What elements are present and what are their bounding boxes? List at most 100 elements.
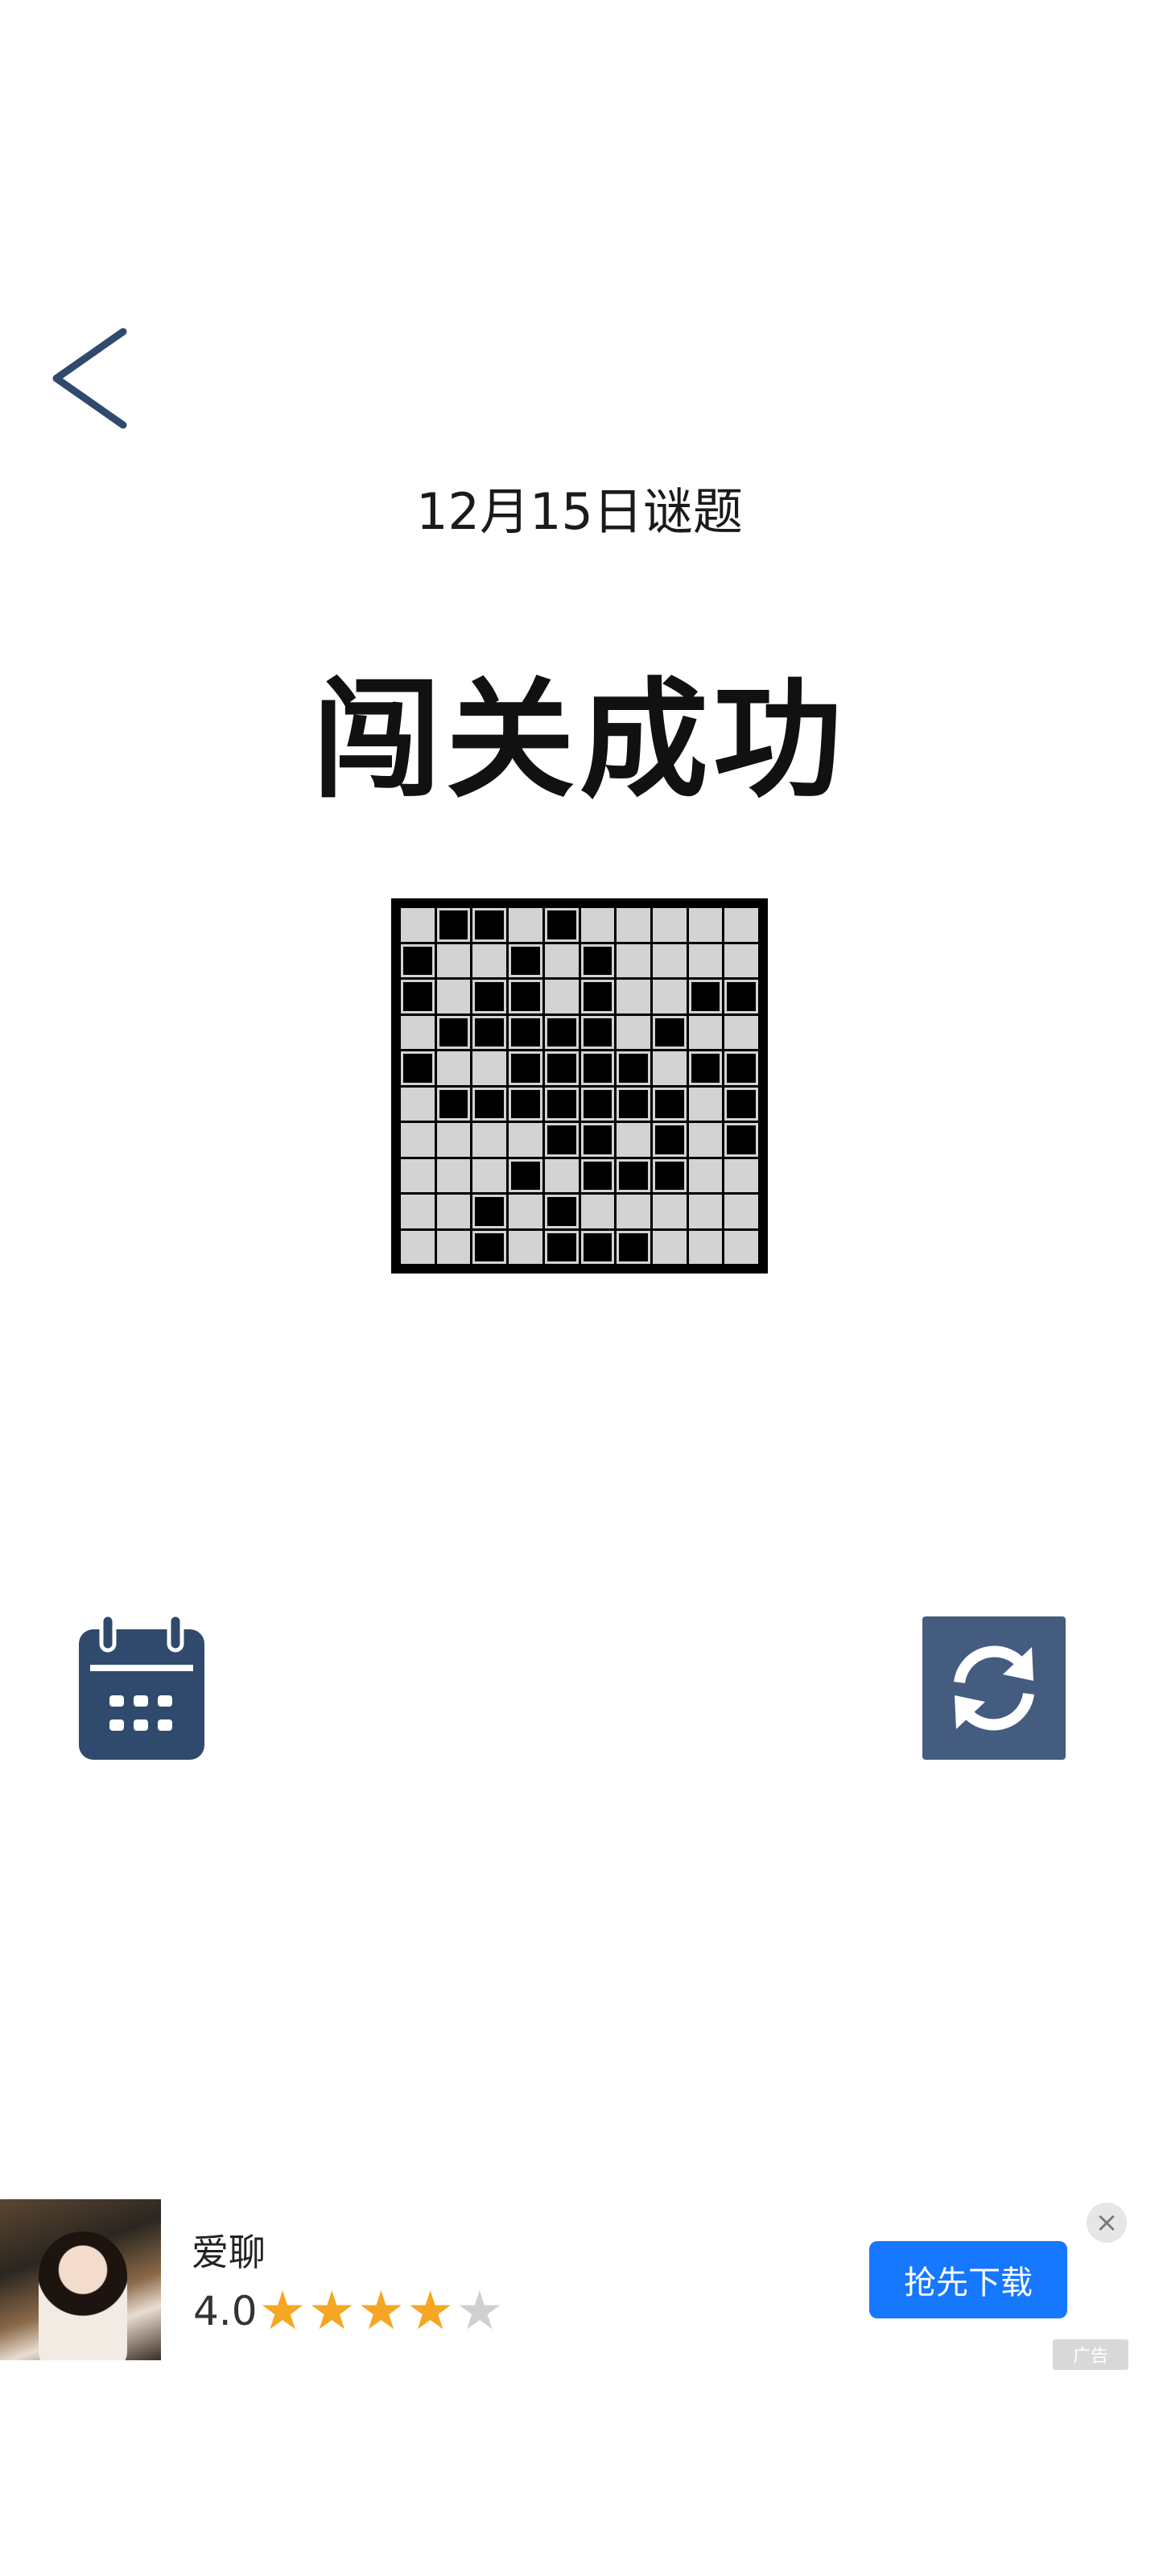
board-cell-filled[interactable] bbox=[472, 1195, 507, 1228]
board-cell-filled[interactable] bbox=[580, 1051, 615, 1085]
board-cell-filled[interactable] bbox=[688, 980, 723, 1013]
ad-close-button[interactable]: × bbox=[1087, 2202, 1127, 2243]
board-cell-empty[interactable] bbox=[617, 943, 650, 977]
ad-thumbnail[interactable] bbox=[0, 2199, 161, 2360]
board-cell-empty[interactable] bbox=[617, 908, 650, 942]
board-cell-empty[interactable] bbox=[509, 1123, 542, 1157]
board-cell-empty[interactable] bbox=[436, 1051, 471, 1085]
board-cell-empty[interactable] bbox=[688, 1087, 723, 1121]
board-cell-empty[interactable] bbox=[436, 943, 471, 977]
board-cell-filled[interactable] bbox=[509, 1051, 542, 1085]
board-cell-empty[interactable] bbox=[688, 1158, 723, 1192]
board-cell-filled[interactable] bbox=[724, 1087, 758, 1121]
board-cell-filled[interactable] bbox=[580, 1123, 615, 1157]
board-cell-filled[interactable] bbox=[509, 1158, 542, 1192]
board-cell-filled[interactable] bbox=[436, 1015, 471, 1049]
board-cell-filled[interactable] bbox=[580, 1158, 615, 1192]
board-cell-empty[interactable] bbox=[436, 980, 471, 1013]
board-cell-empty[interactable] bbox=[724, 1230, 758, 1264]
board-cell-empty[interactable] bbox=[652, 1051, 687, 1085]
board-cell-filled[interactable] bbox=[617, 1051, 650, 1085]
board-cell-filled[interactable] bbox=[580, 1230, 615, 1264]
board-cell-filled[interactable] bbox=[544, 1051, 579, 1085]
board-cell-filled[interactable] bbox=[544, 1123, 579, 1157]
board-cell-filled[interactable] bbox=[688, 1051, 723, 1085]
board-cell-empty[interactable] bbox=[652, 908, 687, 942]
board-cell-filled[interactable] bbox=[617, 1230, 650, 1264]
board-cell-empty[interactable] bbox=[401, 1123, 435, 1157]
board-cell-empty[interactable] bbox=[724, 1015, 758, 1049]
board-cell-filled[interactable] bbox=[509, 980, 542, 1013]
board-cell-filled[interactable] bbox=[544, 1015, 579, 1049]
board-cell-empty[interactable] bbox=[724, 908, 758, 942]
board-cell-empty[interactable] bbox=[401, 1230, 435, 1264]
board-cell-filled[interactable] bbox=[652, 1158, 687, 1192]
board-cell-empty[interactable] bbox=[509, 908, 542, 942]
board-cell-empty[interactable] bbox=[688, 943, 723, 977]
board-cell-empty[interactable] bbox=[580, 908, 615, 942]
board-cell-empty[interactable] bbox=[472, 1158, 507, 1192]
board-cell-filled[interactable] bbox=[509, 1015, 542, 1049]
board-cell-filled[interactable] bbox=[724, 1123, 758, 1157]
board-cell-filled[interactable] bbox=[652, 1015, 687, 1049]
board-cell-filled[interactable] bbox=[580, 1015, 615, 1049]
board-cell-filled[interactable] bbox=[472, 908, 507, 942]
board-cell-empty[interactable] bbox=[436, 1230, 471, 1264]
board-cell-empty[interactable] bbox=[617, 1015, 650, 1049]
board-cell-empty[interactable] bbox=[724, 943, 758, 977]
board-cell-filled[interactable] bbox=[436, 1087, 471, 1121]
board-cell-empty[interactable] bbox=[509, 1230, 542, 1264]
board-cell-filled[interactable] bbox=[436, 908, 471, 942]
board-cell-empty[interactable] bbox=[472, 1123, 507, 1157]
board-cell-filled[interactable] bbox=[544, 908, 579, 942]
board-cell-empty[interactable] bbox=[509, 1195, 542, 1228]
board-cell-filled[interactable] bbox=[509, 1087, 542, 1121]
board-cell-empty[interactable] bbox=[472, 1051, 507, 1085]
ad-download-button[interactable]: 抢先下载 bbox=[869, 2241, 1067, 2318]
board-cell-filled[interactable] bbox=[472, 1015, 507, 1049]
board-cell-empty[interactable] bbox=[724, 1158, 758, 1192]
board-cell-empty[interactable] bbox=[436, 1123, 471, 1157]
back-button[interactable] bbox=[47, 322, 135, 435]
board-cell-empty[interactable] bbox=[580, 1195, 615, 1228]
board-cell-empty[interactable] bbox=[652, 943, 687, 977]
board-cell-empty[interactable] bbox=[652, 980, 687, 1013]
board-cell-empty[interactable] bbox=[401, 908, 435, 942]
board-cell-filled[interactable] bbox=[472, 1230, 507, 1264]
board-cell-filled[interactable] bbox=[617, 1087, 650, 1121]
board-cell-empty[interactable] bbox=[688, 1230, 723, 1264]
calendar-button[interactable] bbox=[79, 1612, 204, 1760]
ad-banner[interactable]: 爱聊 4.0 ★ ★ ★ ★ ★ 抢先下载 × 广告 bbox=[0, 2199, 1159, 2370]
board-cell-filled[interactable] bbox=[401, 1051, 435, 1085]
board-cell-empty[interactable] bbox=[688, 1123, 723, 1157]
board-cell-filled[interactable] bbox=[544, 1230, 579, 1264]
board-cell-empty[interactable] bbox=[688, 1195, 723, 1228]
board-cell-empty[interactable] bbox=[436, 1158, 471, 1192]
board-cell-filled[interactable] bbox=[544, 1195, 579, 1228]
board-cell-empty[interactable] bbox=[617, 1195, 650, 1228]
board-cell-filled[interactable] bbox=[401, 943, 435, 977]
board-cell-empty[interactable] bbox=[688, 1015, 723, 1049]
board-cell-empty[interactable] bbox=[544, 943, 579, 977]
board-cell-empty[interactable] bbox=[401, 1195, 435, 1228]
board-cell-empty[interactable] bbox=[652, 1195, 687, 1228]
board-cell-filled[interactable] bbox=[652, 1123, 687, 1157]
board-cell-empty[interactable] bbox=[617, 1123, 650, 1157]
board-cell-empty[interactable] bbox=[724, 1195, 758, 1228]
board-cell-empty[interactable] bbox=[617, 980, 650, 1013]
board-cell-filled[interactable] bbox=[472, 1087, 507, 1121]
board-cell-filled[interactable] bbox=[617, 1158, 650, 1192]
board-cell-filled[interactable] bbox=[472, 980, 507, 1013]
board-cell-filled[interactable] bbox=[724, 1051, 758, 1085]
board-cell-filled[interactable] bbox=[652, 1087, 687, 1121]
board-cell-empty[interactable] bbox=[688, 908, 723, 942]
board-cell-filled[interactable] bbox=[724, 980, 758, 1013]
board-cell-filled[interactable] bbox=[580, 980, 615, 1013]
board-cell-filled[interactable] bbox=[580, 1087, 615, 1121]
board-cell-filled[interactable] bbox=[509, 943, 542, 977]
board-cell-filled[interactable] bbox=[544, 1087, 579, 1121]
board-cell-empty[interactable] bbox=[401, 1158, 435, 1192]
board-cell-filled[interactable] bbox=[580, 943, 615, 977]
board-cell-empty[interactable] bbox=[544, 1158, 579, 1192]
refresh-button[interactable] bbox=[922, 1616, 1066, 1760]
